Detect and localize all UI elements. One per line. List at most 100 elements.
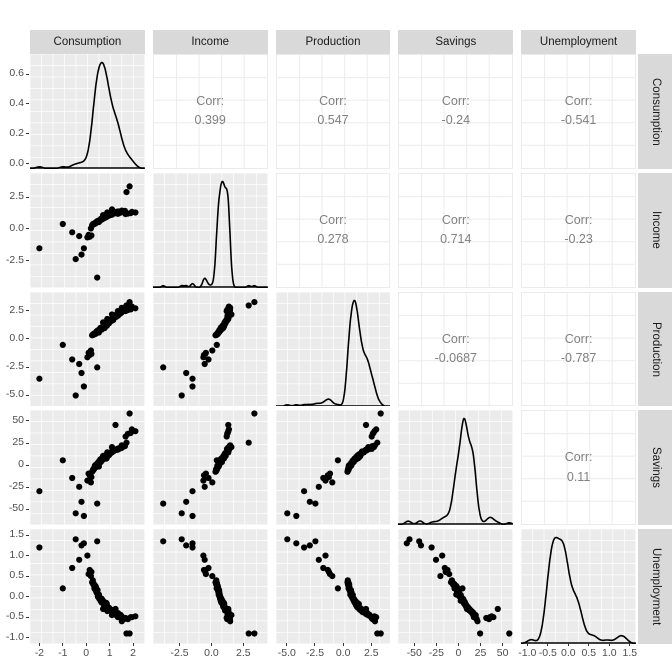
y-tickmark (26, 163, 29, 165)
y-tickmark (26, 73, 29, 75)
scatter-panel-production-vs-income (152, 291, 268, 407)
scatter-panel-savings-vs-production (275, 410, 391, 526)
y-tickmark (26, 310, 29, 312)
y-tick-production-1: -2.5 (5, 360, 24, 372)
y-tick-consumption-0: 0.0 (9, 156, 24, 169)
density-panel-unemployment (521, 529, 636, 644)
x-tickmark (435, 643, 437, 646)
column-strip-income: Income (152, 30, 268, 54)
corr-panel-consumption-production: Corr: 0.547 (275, 54, 391, 169)
scatter-panel-savings-vs-income (152, 410, 268, 526)
y-tickmark (26, 338, 29, 340)
y-tick-consumption-2: 0.4 (9, 96, 24, 109)
column-strip-production: Production (275, 30, 391, 54)
x-tickmark (179, 643, 181, 646)
corr-panel-consumption-income: Corr: 0.399 (152, 54, 268, 169)
corr-panel-production-unemployment: Corr: -0.787 (521, 291, 636, 407)
row-strip-savings: Savings (638, 410, 672, 526)
row-strip-unemployment: Unemployment (638, 529, 672, 644)
y-tickmark (26, 555, 29, 557)
scatter-panel-savings-vs-consumption (30, 410, 145, 526)
y-tickmark (26, 596, 29, 598)
y-tickmark (26, 260, 29, 262)
y-tickmark (26, 103, 29, 105)
y-tick-production-2: 0.0 (9, 331, 24, 344)
row-strip-consumption: Consumption (638, 54, 672, 169)
y-tickmark (26, 133, 29, 135)
density-panel-savings (398, 410, 514, 526)
scatterplot-matrix: Consumption Income Production Savings Unempl… (0, 0, 672, 672)
y-tick-unemployment-2: 0.0 (9, 589, 24, 602)
x-tickmark (242, 643, 244, 646)
y-tick-savings-2: 0 (18, 458, 24, 471)
x-tickmark (286, 643, 288, 646)
corr-panel-production-savings: Corr: -0.0687 (398, 291, 514, 407)
row-strip-production: Production (638, 291, 672, 407)
x-tickmark (62, 643, 64, 646)
scatter-panel-unemployment-vs-consumption (30, 529, 145, 644)
density-panel-consumption (30, 54, 145, 169)
x-tickmark (588, 643, 590, 646)
x-tickmark (85, 643, 87, 646)
x-tickmark (132, 643, 134, 646)
column-strip-unemployment: Unemployment (521, 30, 636, 54)
x-tickmark (567, 643, 569, 646)
x-tick-consumption-4: 2 (130, 647, 136, 659)
y-tick-savings-1: -25 (8, 480, 24, 493)
corr-panel-consumption-savings: Corr: -0.24 (398, 54, 514, 169)
x-tickmark (109, 643, 111, 646)
y-tickmark (26, 616, 29, 618)
y-tickmark (26, 394, 29, 396)
y-tick-savings-0: -50 (8, 502, 24, 515)
x-tickmark (608, 643, 610, 646)
column-strip-savings: Savings (398, 30, 514, 54)
y-tickmark (26, 464, 29, 466)
column-strip-consumption: Consumption (30, 30, 145, 54)
y-tick-savings-3: 25 (12, 436, 24, 449)
y-tick-unemployment-3: 0.5 (9, 569, 24, 582)
x-tickmark (210, 643, 212, 646)
y-tick-unemployment-1: -0.5 (5, 610, 24, 623)
y-tick-income-2: 2.5 (9, 190, 24, 203)
x-tickmark (457, 643, 459, 646)
y-tickmark (26, 637, 29, 639)
x-tickmark (502, 643, 504, 646)
y-tickmark (26, 228, 29, 230)
density-panel-income (152, 172, 268, 288)
scatter-panel-unemployment-vs-savings (398, 529, 514, 644)
y-tick-production-0: -5.0 (5, 388, 24, 401)
corr-panel-income-savings: Corr: 0.714 (398, 172, 514, 288)
y-tick-unemployment-0: -1.0 (5, 630, 24, 643)
y-tickmark (26, 575, 29, 577)
y-tick-savings-4: 50 (12, 413, 24, 426)
x-tickmark (526, 643, 528, 646)
corr-panel-savings-unemployment: Corr: 0.11 (521, 410, 636, 526)
y-tickmark (26, 420, 29, 422)
x-tickmark (370, 643, 372, 646)
x-tickmark (342, 643, 344, 646)
y-tickmark (26, 486, 29, 488)
x-tickmark (480, 643, 482, 646)
y-tick-consumption-1: 0.2 (9, 126, 24, 139)
corr-panel-income-production: Corr: 0.278 (275, 172, 391, 288)
scatter-panel-production-vs-consumption (30, 291, 145, 407)
x-tickmark (629, 643, 631, 646)
scatter-panel-unemployment-vs-income (152, 529, 268, 644)
row-strip-income: Income (638, 172, 672, 288)
x-tickmark (38, 643, 40, 646)
y-tick-income-1: 0.0 (9, 221, 24, 234)
y-tick-consumption-3: 0.6 (9, 67, 24, 80)
y-tick-unemployment-4: 1.0 (9, 548, 24, 561)
y-tick-production-3: 2.5 (9, 303, 24, 316)
scatter-panel-unemployment-vs-production (275, 529, 391, 644)
y-tickmark (26, 366, 29, 368)
y-tickmark (26, 196, 29, 198)
y-tickmark (26, 508, 29, 510)
corr-panel-consumption-unemployment: Corr: -0.541 (521, 54, 636, 169)
y-tick-unemployment-5: 1.5 (9, 528, 24, 541)
x-tickmark (547, 643, 549, 646)
x-tickmark (314, 643, 316, 646)
density-panel-production (275, 291, 391, 407)
scatter-panel-income-vs-consumption (30, 172, 145, 288)
y-tickmark (26, 442, 29, 444)
